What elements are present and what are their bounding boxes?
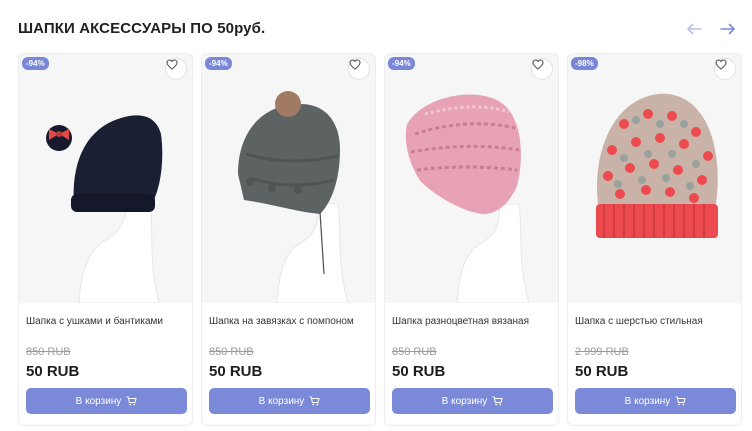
product-card[interactable]: -94% Шапка разноцветная вязаная 850 RUB …	[384, 53, 559, 426]
product-name[interactable]: Шапка разноцветная вязаная	[392, 315, 551, 345]
product-name[interactable]: Шапка с шерстью стильная	[575, 315, 734, 345]
product-info: Шапка с шерстью стильная 2 999 RUB 50 RU…	[568, 303, 741, 414]
favorite-button[interactable]	[531, 58, 553, 80]
carousel-prev-button[interactable]	[684, 18, 704, 40]
add-to-cart-button[interactable]: В корзину	[26, 388, 187, 414]
add-to-cart-button[interactable]: В корзину	[392, 388, 553, 414]
old-price: 2 999 RUB	[575, 346, 629, 358]
current-price: 50 RUB	[26, 363, 80, 380]
cart-icon	[492, 396, 503, 406]
product-photo[interactable]: -94%	[19, 54, 192, 303]
add-to-cart-label: В корзину	[75, 395, 122, 407]
heart-icon	[349, 59, 361, 70]
product-info: Шапка на завязках с помпоном 850 RUB 50 …	[202, 303, 375, 414]
favorite-button[interactable]	[714, 58, 736, 80]
section-title: ШАПКИ АКСЕССУАРЫ ПО 50руб.	[18, 20, 266, 37]
discount-badge: -94%	[22, 57, 49, 70]
discount-badge: -94%	[388, 57, 415, 70]
cart-icon	[309, 396, 320, 406]
product-image	[19, 54, 192, 303]
product-image	[385, 54, 558, 303]
old-price: 850 RUB	[26, 346, 71, 358]
product-info: Шапка разноцветная вязаная 850 RUB 50 RU…	[385, 303, 558, 414]
product-name[interactable]: Шапка на завязках с помпоном	[209, 315, 368, 345]
discount-badge: -98%	[571, 57, 598, 70]
cart-icon	[675, 396, 686, 406]
add-to-cart-label: В корзину	[441, 395, 488, 407]
arrow-left-icon	[687, 23, 702, 35]
add-to-cart-button[interactable]: В корзину	[575, 388, 736, 414]
product-info: Шапка с ушками и бантиками 850 RUB 50 RU…	[19, 303, 192, 414]
add-to-cart-label: В корзину	[258, 395, 305, 407]
old-price: 850 RUB	[392, 346, 437, 358]
section-header: ШАПКИ АКСЕССУАРЫ ПО 50руб.	[18, 18, 738, 42]
cart-icon	[126, 396, 137, 406]
product-image	[202, 54, 375, 303]
discount-badge: -94%	[205, 57, 232, 70]
favorite-button[interactable]	[348, 58, 370, 80]
favorite-button[interactable]	[165, 58, 187, 80]
product-card[interactable]: -98% Шапка с шерстью стильная 2 999 RUB …	[567, 53, 742, 426]
product-carousel: -94% Шапка с ушками и бантиками 850 RUB …	[18, 53, 742, 426]
carousel-next-button[interactable]	[718, 18, 738, 40]
heart-icon	[715, 59, 727, 70]
current-price: 50 RUB	[209, 363, 263, 380]
product-photo[interactable]: -94%	[202, 54, 375, 303]
arrow-right-icon	[720, 23, 735, 35]
heart-icon	[166, 59, 178, 70]
old-price: 850 RUB	[209, 346, 254, 358]
current-price: 50 RUB	[575, 363, 629, 380]
product-image	[568, 54, 741, 303]
current-price: 50 RUB	[392, 363, 446, 380]
heart-icon	[532, 59, 544, 70]
product-photo[interactable]: -94%	[385, 54, 558, 303]
add-to-cart-button[interactable]: В корзину	[209, 388, 370, 414]
product-photo[interactable]: -98%	[568, 54, 741, 303]
product-name[interactable]: Шапка с ушками и бантиками	[26, 315, 185, 345]
product-card[interactable]: -94% Шапка с ушками и бантиками 850 RUB …	[18, 53, 193, 426]
add-to-cart-label: В корзину	[624, 395, 671, 407]
carousel-controls	[684, 18, 738, 40]
product-card[interactable]: -94% Шапка на завязках с помпоном 850 RU…	[201, 53, 376, 426]
